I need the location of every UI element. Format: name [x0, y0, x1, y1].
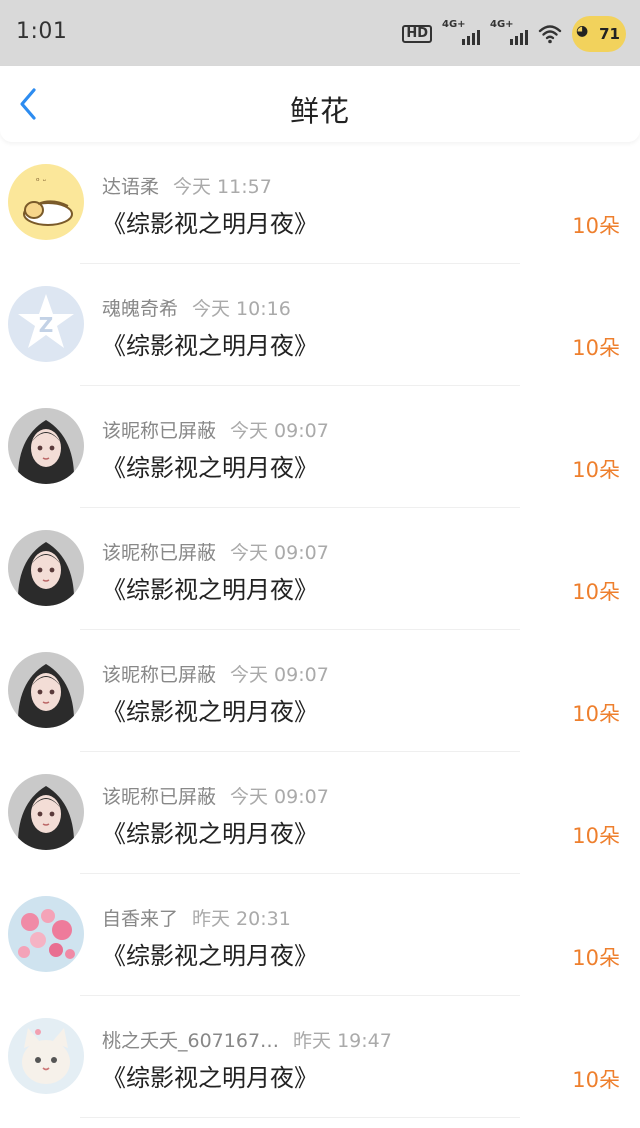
sender-name[interactable]: 该昵称已屏蔽 [102, 664, 216, 686]
list-item[interactable]: 桃之夭夭_607167… 昨天 19:47 《综影视之明月夜》 10朵 [0, 996, 640, 1118]
send-time: 今天 09:07 [230, 420, 329, 442]
avatar[interactable] [8, 896, 84, 972]
page-title: 鲜花 [289, 94, 350, 128]
flower-count: 10朵 [572, 214, 620, 238]
sender-name[interactable]: 该昵称已屏蔽 [102, 420, 216, 442]
book-title[interactable]: 《综影视之明月夜》 [102, 448, 318, 483]
list-item[interactable]: 该昵称已屏蔽 今天 09:07 《综影视之明月夜》 10朵 [0, 508, 640, 630]
avatar[interactable]: ᵒ ᵕ [8, 164, 84, 240]
book-title[interactable]: 《综影视之明月夜》 [102, 326, 318, 361]
network-type-sim2: 4G+ [490, 19, 514, 30]
send-time: 今天 09:07 [230, 664, 329, 686]
sender-meta: 魂魄奇希 今天 10:16 [102, 294, 291, 321]
sender-name[interactable]: 魂魄奇希 [102, 298, 178, 320]
sender-name[interactable]: 该昵称已屏蔽 [102, 542, 216, 564]
signal-icon-sim2: 4G+ [490, 19, 528, 45]
book-title[interactable]: 《综影视之明月夜》 [102, 1058, 318, 1093]
sender-name[interactable]: 该昵称已屏蔽 [102, 786, 216, 808]
list-item[interactable]: Z 魂魄奇希 今天 10:16 《综影视之明月夜》 10朵 [0, 264, 640, 386]
list-item[interactable]: 该昵称已屏蔽 今天 09:07 《综影视之明月夜》 10朵 [0, 386, 640, 508]
send-time: 今天 09:07 [230, 786, 329, 808]
wifi-icon [538, 25, 562, 44]
anime-girl-avatar [8, 530, 84, 606]
duck-icon: ◕ [576, 23, 589, 39]
flower-count: 10朵 [572, 1068, 620, 1092]
list-item[interactable]: 该昵称已屏蔽 今天 09:07 《综影视之明月夜》 10朵 [0, 752, 640, 874]
anime-girl-avatar [8, 774, 84, 850]
white-cat-avatar [8, 1018, 84, 1094]
book-title[interactable]: 《综影视之明月夜》 [102, 204, 318, 239]
send-time: 今天 10:16 [192, 298, 291, 320]
avatar[interactable] [8, 1018, 84, 1094]
network-type-sim1: 4G+ [442, 19, 466, 30]
default-logo-avatar: Z [8, 286, 84, 362]
flower-count: 10朵 [572, 702, 620, 726]
sender-meta: 该昵称已屏蔽 今天 09:07 [102, 782, 329, 809]
sleeping-cat-avatar: ᵒ ᵕ [8, 164, 84, 240]
send-time: 今天 09:07 [230, 542, 329, 564]
sender-meta: 自香来了 昨天 20:31 [102, 904, 291, 931]
flower-count: 10朵 [572, 458, 620, 482]
hd-call-icon: HD [402, 25, 432, 43]
avatar[interactable] [8, 408, 84, 484]
battery-level: 71 [599, 25, 620, 43]
avatar[interactable]: Z [8, 286, 84, 362]
svg-text:ᵒ ᵕ: ᵒ ᵕ [36, 177, 47, 187]
anime-girl-avatar [8, 408, 84, 484]
flower-count: 10朵 [572, 580, 620, 604]
divider [80, 1117, 520, 1118]
svg-text:Z: Z [39, 313, 54, 337]
status-bar: 1:01 HD 4G+ 4G+ ◕ 71 [0, 0, 640, 66]
pink-blossom-avatar [8, 896, 84, 972]
send-time: 昨天 19:47 [293, 1030, 392, 1052]
list-item[interactable]: 自香来了 昨天 20:31 《综影视之明月夜》 10朵 [0, 874, 640, 996]
book-title[interactable]: 《综影视之明月夜》 [102, 570, 318, 605]
anime-girl-avatar [8, 652, 84, 728]
book-title[interactable]: 《综影视之明月夜》 [102, 692, 318, 727]
flower-count: 10朵 [572, 336, 620, 360]
sender-name[interactable]: 桃之夭夭_607167… [102, 1030, 279, 1052]
signal-icon-sim1: 4G+ [442, 19, 480, 45]
list-item[interactable]: 该昵称已屏蔽 今天 09:07 《综影视之明月夜》 10朵 [0, 630, 640, 752]
list-item[interactable]: ᵒ ᵕ 达语柔 今天 11:57 《综影视之明月夜》 10朵 [0, 142, 640, 264]
avatar[interactable] [8, 652, 84, 728]
flower-gift-list: ᵒ ᵕ 达语柔 今天 11:57 《综影视之明月夜》 10朵 Z 魂魄奇希 今天 1… [0, 142, 640, 1118]
send-time: 昨天 20:31 [192, 908, 291, 930]
battery-indicator: ◕ 71 [572, 16, 626, 52]
send-time: 今天 11:57 [173, 176, 272, 198]
sender-meta: 该昵称已屏蔽 今天 09:07 [102, 660, 329, 687]
sender-meta: 桃之夭夭_607167… 昨天 19:47 [102, 1026, 392, 1053]
avatar[interactable] [8, 774, 84, 850]
sender-name[interactable]: 达语柔 [102, 176, 159, 198]
sender-meta: 该昵称已屏蔽 今天 09:07 [102, 538, 329, 565]
book-title[interactable]: 《综影视之明月夜》 [102, 936, 318, 971]
avatar[interactable] [8, 530, 84, 606]
flower-count: 10朵 [572, 946, 620, 970]
flower-count: 10朵 [572, 824, 620, 848]
status-time: 1:01 [16, 19, 68, 44]
sender-meta: 该昵称已屏蔽 今天 09:07 [102, 416, 329, 443]
nav-bar: 鲜花 [0, 66, 640, 142]
book-title[interactable]: 《综影视之明月夜》 [102, 814, 318, 849]
status-icons: HD 4G+ 4G+ ◕ 71 [402, 14, 626, 54]
sender-meta: 达语柔 今天 11:57 [102, 172, 272, 199]
sender-name[interactable]: 自香来了 [102, 908, 178, 930]
